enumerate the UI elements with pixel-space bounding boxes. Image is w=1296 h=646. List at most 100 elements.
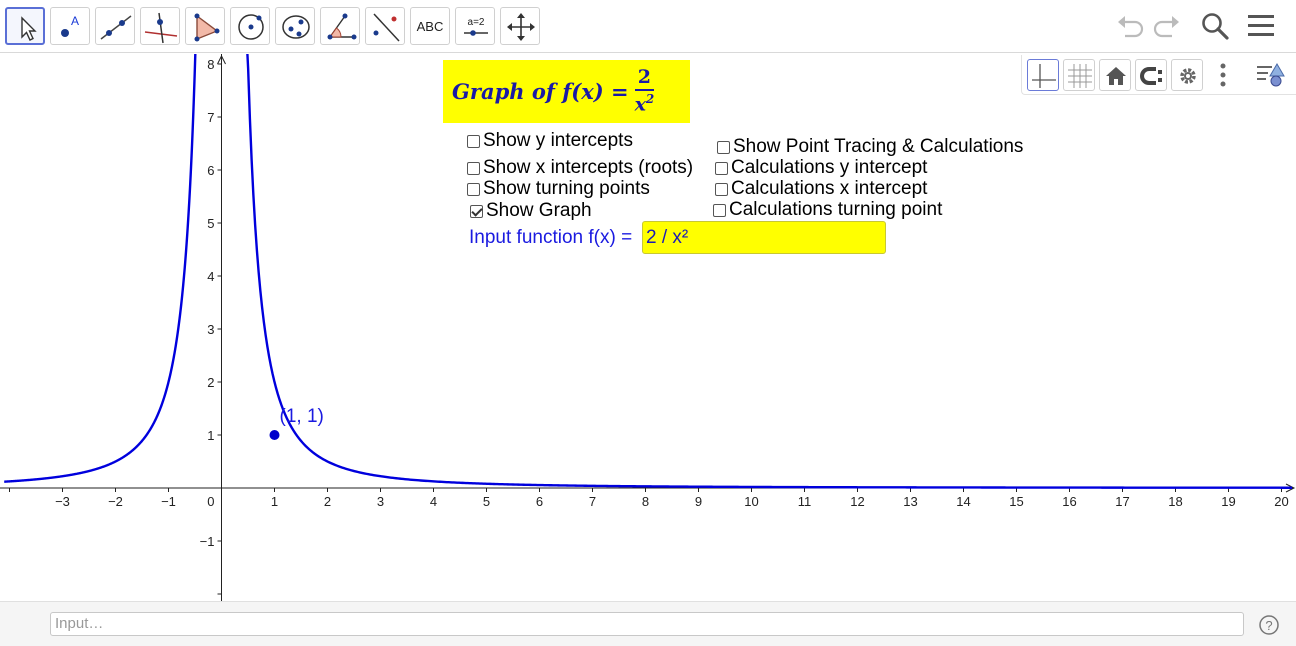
checkbox-box[interactable] (467, 161, 480, 175)
curve-right-branch (246, 54, 1293, 489)
checkbox-calc-turning-point[interactable]: Calculations turning point (713, 199, 942, 221)
title-numerator: 2 (637, 66, 652, 89)
home-button[interactable] (1099, 59, 1131, 91)
menu-icon[interactable] (1246, 10, 1278, 42)
checkbox-show-point-tracing[interactable]: Show Point Tracing & Calculations (717, 136, 1023, 158)
style-bar (1021, 55, 1296, 95)
y-tick-label: 6 (207, 163, 214, 178)
undo-icon[interactable] (1115, 10, 1147, 42)
x-tick-label: 15 (1009, 494, 1023, 509)
x-tick-label: 8 (642, 494, 649, 509)
grid-toggle-button[interactable] (1063, 59, 1095, 91)
checkbox-show-x-intercepts[interactable]: Show x intercepts (roots) (467, 157, 693, 179)
checkbox-show-y-intercepts[interactable]: Show y intercepts (467, 130, 633, 152)
input-function-field[interactable]: 2 / x² (642, 221, 886, 254)
move-view-tool-button[interactable] (500, 7, 540, 45)
checkbox-label: Show Graph (486, 200, 592, 221)
checkbox-box[interactable] (713, 203, 726, 217)
slider-tool-label: a=2 (468, 17, 485, 28)
x-tick-label: 4 (430, 494, 437, 509)
x-tick-label: 18 (1168, 494, 1182, 509)
point-capture-icon (1140, 67, 1162, 85)
x-tick-label: 17 (1115, 494, 1129, 509)
checkbox-calc-x-intercept[interactable]: Calculations x intercept (715, 178, 927, 200)
x-tick-label: 16 (1062, 494, 1076, 509)
move-tool-button[interactable] (5, 7, 45, 45)
point-tool-button[interactable]: A (50, 7, 90, 45)
checkbox-box[interactable] (470, 204, 483, 218)
origin-label: 0 (207, 494, 214, 509)
angle-icon (327, 13, 357, 40)
perpendicular-tool-button[interactable] (140, 7, 180, 45)
reflect-icon (373, 13, 400, 42)
polygon-icon (194, 13, 220, 42)
reflect-tool-button[interactable] (365, 7, 405, 45)
x-tick-label: 3 (377, 494, 384, 509)
point-capture-button[interactable] (1135, 59, 1167, 91)
checkbox-box[interactable] (715, 161, 728, 175)
axes-icon (1032, 64, 1056, 88)
more-icon[interactable] (1215, 59, 1231, 91)
x-tick-label: 13 (903, 494, 917, 509)
checkbox-label: Show y intercepts (483, 130, 633, 151)
checkbox-show-graph[interactable]: Show Graph (470, 200, 592, 222)
x-tick-label: 19 (1221, 494, 1235, 509)
help-icon[interactable]: ? (1258, 614, 1280, 636)
settings-button[interactable] (1171, 59, 1203, 91)
angle-tool-button[interactable] (320, 7, 360, 45)
polygon-tool-button[interactable] (185, 7, 225, 45)
x-tick-label: −3 (55, 494, 70, 509)
checkbox-box[interactable] (467, 134, 480, 148)
graphics-view-icon[interactable] (1254, 59, 1290, 91)
checkbox-label: Calculations x intercept (731, 178, 928, 199)
algebra-input[interactable]: Input… (50, 612, 1244, 636)
point-1-1 (269, 430, 280, 440)
checkbox-box[interactable] (717, 140, 730, 154)
title-prefix: Graph of f(x) = (452, 79, 629, 104)
x-tick-label: 10 (744, 494, 758, 509)
checkbox-box[interactable] (467, 182, 480, 196)
x-tick-label: −2 (108, 494, 123, 509)
perpendicular-icon (144, 12, 178, 44)
axes-toggle-button[interactable] (1027, 59, 1059, 91)
curve-left-branch (4, 54, 197, 483)
slider-tool-button[interactable]: a=2 (455, 7, 495, 45)
line-tool-button[interactable] (95, 7, 135, 45)
x-tick-label: 12 (850, 494, 864, 509)
graphics-view[interactable]: −3 −2 −1 1 2 3 4 5 6 7 8 9 10 11 12 13 14 15 16 17 18 19 20876… (0, 54, 1296, 601)
checkbox-show-turning-points[interactable]: Show turning points (467, 178, 650, 200)
toolbar: A ABC a=2 (0, 0, 1296, 53)
checkbox-box[interactable] (715, 182, 728, 196)
y-tick-label: 1 (207, 428, 214, 443)
checkbox-label: Calculations y intercept (731, 157, 928, 178)
redo-icon[interactable] (1150, 10, 1182, 42)
x-tick-label: 14 (956, 494, 970, 509)
point-tool-label: A (71, 14, 79, 28)
x-tick-label: 9 (695, 494, 702, 509)
title-exponent: 2 (645, 92, 655, 107)
point-label: (1, 1) (280, 406, 324, 427)
checkbox-label: Show x intercepts (roots) (483, 157, 694, 178)
y-tick-label: 7 (207, 110, 214, 125)
x-tick-label: 6 (536, 494, 543, 509)
y-tick-label: 3 (207, 322, 214, 337)
checkbox-label: Show turning points (483, 178, 650, 199)
checkbox-label: Show Point Tracing & Calculations (733, 136, 1024, 157)
x-tick-label: 1 (271, 494, 278, 509)
x-tick-label: −1 (161, 494, 176, 509)
y-tick-label: −1 (200, 534, 215, 549)
y-tick-label: 5 (207, 216, 214, 231)
circle-tool-button[interactable] (230, 7, 270, 45)
point-icon: A (61, 14, 79, 37)
ellipse-tool-button[interactable] (275, 7, 315, 45)
x-tick-label: 5 (483, 494, 490, 509)
search-icon[interactable] (1199, 10, 1231, 42)
line-icon (100, 15, 132, 40)
checkbox-label: Calculations turning point (729, 199, 943, 220)
checkbox-calc-y-intercept[interactable]: Calculations y intercept (715, 157, 927, 179)
y-tick-label: 8 (207, 57, 214, 72)
text-tool-button[interactable]: ABC (410, 7, 450, 45)
ellipse-icon (282, 15, 310, 39)
input-bar: Input… ? (0, 601, 1296, 646)
home-icon (1106, 67, 1126, 85)
